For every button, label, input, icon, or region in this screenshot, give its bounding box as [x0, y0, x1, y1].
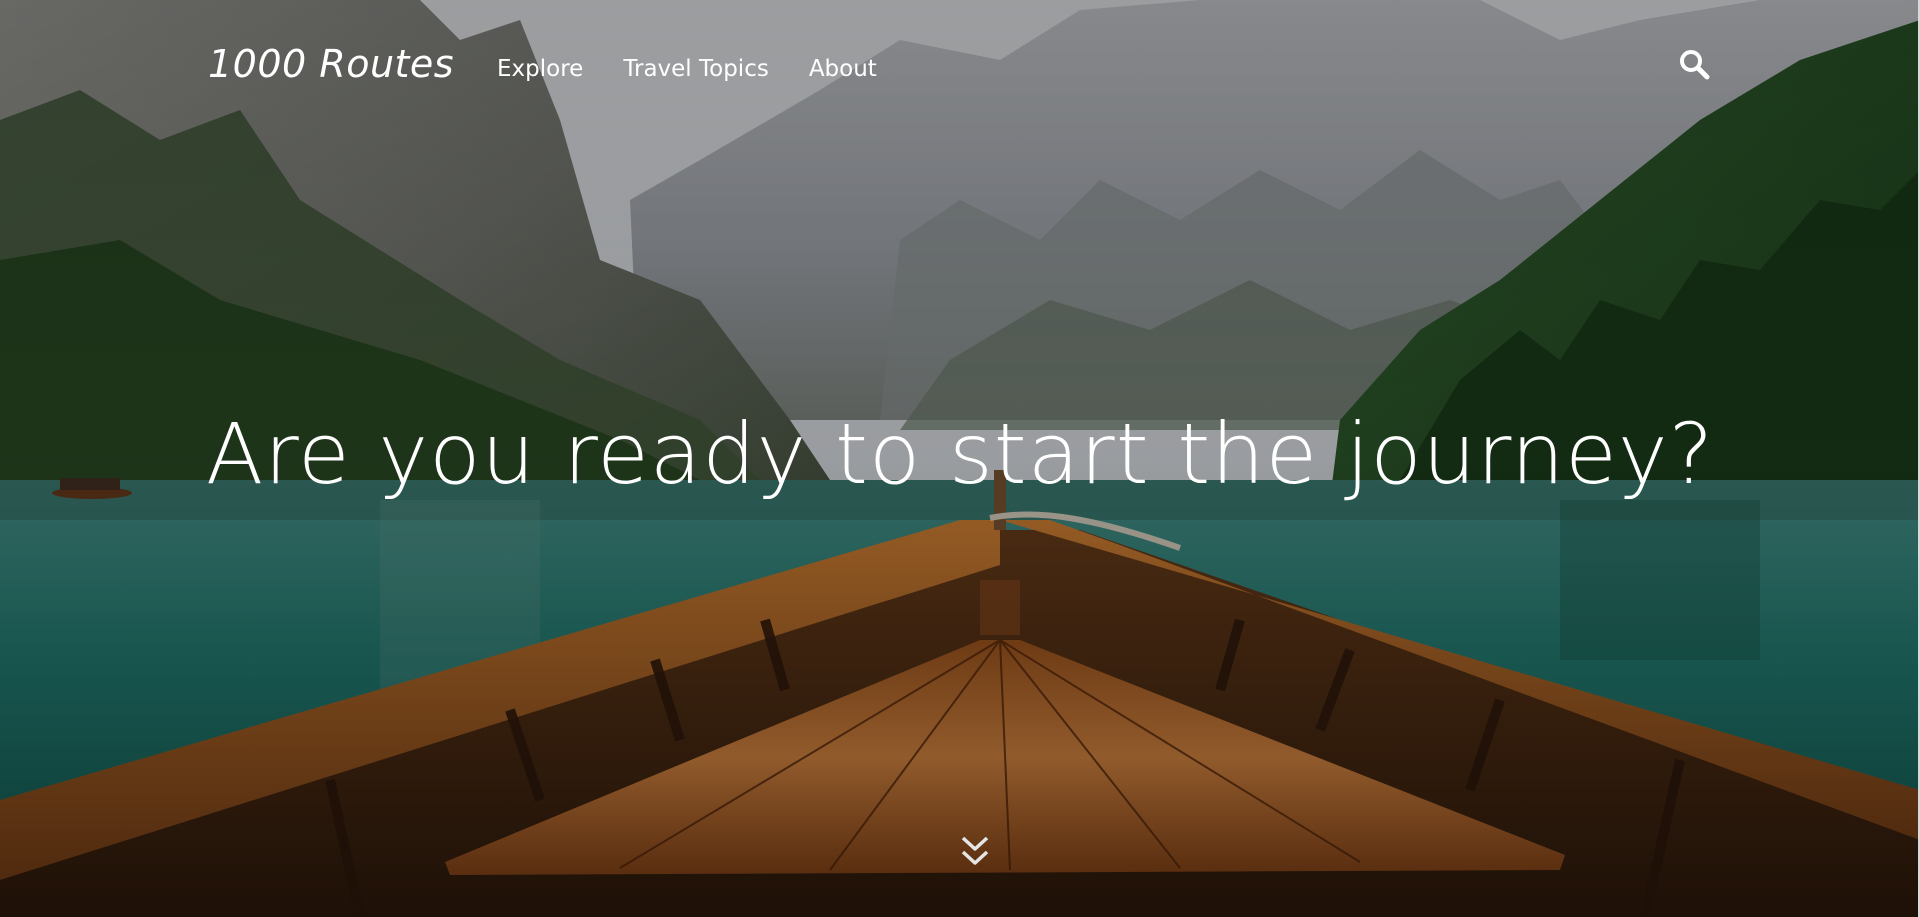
nav-item-about[interactable]: About	[809, 56, 877, 82]
hero-section: 1000 Routes Explore Travel Topics About …	[0, 0, 1920, 917]
double-chevron-down-icon	[961, 836, 989, 865]
brand-logo[interactable]: 1000 Routes	[208, 42, 454, 86]
nav-menu: Explore Travel Topics About	[497, 56, 877, 82]
hero-headline: Are you ready to start the journey?	[205, 405, 1715, 503]
scroll-down-button[interactable]	[958, 833, 992, 869]
nav-item-explore[interactable]: Explore	[497, 56, 583, 82]
top-navigation: 1000 Routes Explore Travel Topics About	[0, 0, 1920, 140]
search-button[interactable]	[1678, 48, 1712, 82]
search-icon	[1680, 50, 1710, 80]
nav-item-travel-topics[interactable]: Travel Topics	[623, 56, 769, 82]
